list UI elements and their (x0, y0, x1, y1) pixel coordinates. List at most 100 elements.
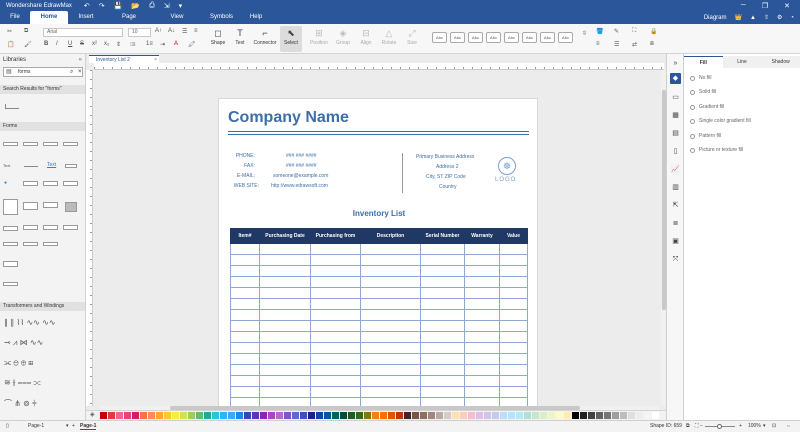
tab-symbols[interactable]: Symbols (200, 11, 236, 24)
forms-category-header[interactable]: Forms (0, 122, 85, 131)
color-swatch[interactable] (372, 412, 379, 419)
tab-file[interactable]: File (0, 11, 30, 24)
search-icon[interactable]: ⌕ (70, 68, 73, 76)
group-button[interactable]: ◈ Group (332, 26, 354, 52)
color-swatch[interactable] (300, 412, 307, 419)
table-cell[interactable] (499, 276, 528, 288)
tab-shadow[interactable]: Shadow (761, 56, 800, 68)
color-swatch[interactable] (252, 412, 259, 419)
color-swatch[interactable] (580, 412, 587, 419)
table-cell[interactable] (259, 254, 311, 266)
font-family-select[interactable]: Arial (43, 28, 123, 37)
fit-width-icon[interactable]: ⇔ (786, 423, 791, 429)
form-shape[interactable] (63, 225, 78, 230)
position-button[interactable]: ⊞ Position (308, 26, 330, 52)
cut-icon[interactable]: ✂ (7, 28, 12, 35)
align-button[interactable]: ⊟ Align (355, 26, 377, 52)
table-cell[interactable] (230, 298, 260, 310)
copy-icon[interactable]: ⧉ (24, 28, 28, 35)
line-color-icon[interactable]: ✎ (614, 28, 619, 35)
winding-shape[interactable]: ⌒ ⋔ ⊚ ⫩ (4, 398, 37, 409)
color-swatch[interactable] (340, 412, 347, 419)
table-cell[interactable] (360, 254, 421, 266)
radio-button[interactable] (690, 104, 695, 110)
zoom-level[interactable]: 100% (748, 423, 761, 429)
table-cell[interactable] (259, 320, 311, 332)
color-swatch[interactable] (324, 412, 331, 419)
color-swatch[interactable] (436, 412, 443, 419)
style-preset[interactable]: Abc (558, 32, 573, 43)
table-cell[interactable] (360, 276, 421, 288)
column-header-serial-number[interactable]: Serial Number (420, 228, 465, 244)
table-cell[interactable] (360, 364, 421, 376)
size-button[interactable]: ⤢ Size (401, 26, 423, 52)
table-cell[interactable] (499, 265, 528, 277)
table-cell[interactable] (464, 386, 500, 398)
table-cell[interactable] (360, 287, 421, 299)
fill-option-pattern[interactable]: Pattern fill (690, 133, 721, 139)
bold-icon[interactable]: B (44, 41, 48, 47)
table-cell[interactable] (310, 265, 361, 277)
fill-bucket-icon[interactable]: ◈ (90, 411, 95, 418)
arrow-style-icon[interactable]: ⇄ (632, 41, 637, 48)
format-painter-icon[interactable]: 🖌 (24, 41, 32, 48)
color-swatch[interactable] (644, 412, 651, 419)
tab-line[interactable]: Line (723, 56, 762, 68)
color-swatch[interactable] (428, 412, 435, 419)
search-results-header[interactable]: Search Results for "forms" (0, 85, 85, 94)
tab-fill[interactable]: Fill (684, 56, 723, 68)
table-cell[interactable] (230, 342, 260, 354)
color-swatch[interactable] (364, 412, 371, 419)
paste-icon[interactable]: 📋 (7, 41, 14, 48)
fit-icon[interactable]: ⤧ (670, 254, 681, 265)
color-swatch[interactable] (132, 412, 139, 419)
save-icon[interactable]: 💾 (114, 2, 123, 10)
winding-shape[interactable]: ∥ ∥ ⌇⌇ ∿∿ ∿∿ (4, 318, 56, 327)
table-cell[interactable] (420, 309, 465, 321)
form-line-shape[interactable] (24, 166, 38, 167)
tab-view[interactable]: View (154, 11, 200, 24)
form-shape[interactable] (3, 226, 18, 231)
search-clear-icon[interactable]: × (78, 68, 82, 76)
image-icon[interactable]: ▦ (670, 110, 681, 121)
rotate-button[interactable]: △ Rotate (378, 26, 400, 52)
zoom-dropdown-icon[interactable]: ▾ (763, 423, 766, 429)
color-swatch[interactable] (556, 412, 563, 419)
collapse-icon[interactable]: ▲ (750, 15, 756, 21)
color-swatch[interactable] (388, 412, 395, 419)
print-icon[interactable]: ⎙ (149, 2, 155, 10)
zoom-in-icon[interactable]: + (739, 423, 742, 429)
company-name[interactable]: Company Name (228, 109, 349, 127)
lock-icon[interactable]: 🔒 (650, 28, 657, 35)
table-cell[interactable] (420, 265, 465, 277)
email-label[interactable]: E-MAIL: (225, 173, 255, 179)
export-panel-icon[interactable]: ⇱ (670, 200, 681, 211)
style-preset[interactable]: Abc (486, 32, 501, 43)
form-button-shape[interactable]: ● (4, 180, 7, 186)
table-cell[interactable] (310, 320, 361, 332)
table-cell[interactable] (230, 254, 260, 266)
fit-page-icon[interactable]: ⊡ (772, 423, 776, 429)
color-swatch[interactable] (332, 412, 339, 419)
color-swatch[interactable] (124, 412, 131, 419)
table-cell[interactable] (310, 243, 361, 255)
color-swatch[interactable] (620, 412, 627, 419)
fill-option-solid[interactable]: Solid fill (690, 89, 716, 95)
color-swatch[interactable] (524, 412, 531, 419)
style-preset[interactable]: Abc (522, 32, 537, 43)
fax-value[interactable]: ### ### #### (286, 163, 317, 169)
color-swatch[interactable] (420, 412, 427, 419)
table-cell[interactable] (420, 331, 465, 343)
style-gallery-scroll-icon[interactable]: ⇳ (582, 30, 587, 37)
color-swatch[interactable] (284, 412, 291, 419)
table-cell[interactable] (360, 265, 421, 277)
column-header-item[interactable]: Item# (230, 228, 260, 244)
diagram-button[interactable]: Diagram (704, 15, 727, 21)
table-cell[interactable] (464, 276, 500, 288)
winding-shape[interactable]: ⫘ ⊖ ⊕ ⊞ (4, 358, 33, 368)
line-width-icon[interactable]: ☰ (614, 41, 619, 48)
table-cell[interactable] (464, 375, 500, 387)
color-swatch[interactable] (628, 412, 635, 419)
table-cell[interactable] (230, 309, 260, 321)
table-cell[interactable] (259, 331, 311, 343)
